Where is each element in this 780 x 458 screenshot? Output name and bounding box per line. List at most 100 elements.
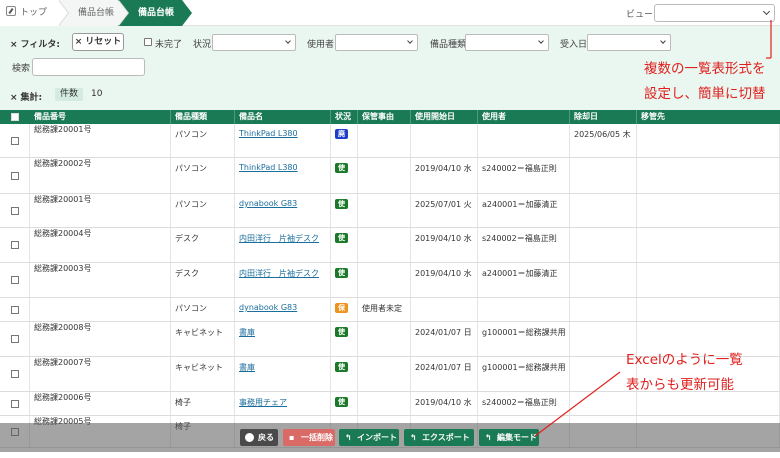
table-cell: 内田洋行 片袖デスク [235,263,331,297]
row-checkbox[interactable] [11,136,19,145]
table-row[interactable]: 総務課20001号 パソコン ThinkPad L380 廃 2025/06/05 木 [0,124,780,158]
table-row[interactable]: 総務課20002号 パソコン ThinkPad L380 使 2019/04/10 水 s… [0,158,780,194]
item-name-link[interactable]: ThinkPad L380 [239,163,298,172]
status-badge: 使 [335,163,348,173]
reset-button[interactable]: × リセット [72,33,124,51]
table-cell: a240001＝加藤清正 [478,263,570,297]
column-header[interactable]: 移管先 [637,110,780,124]
table-cell: 2019/04/10 水 [411,392,478,415]
item-name-link[interactable]: 内田洋行 片袖デスク [239,268,319,279]
item-name-link[interactable]: dynabook G83 [239,303,297,312]
item-name-link[interactable]: 事務用チェア [239,397,287,408]
table-cell: 使 [331,392,358,415]
collapse-icon[interactable]: × [10,40,18,50]
user-filter-label: 使用者 [307,40,335,50]
cell-text: 2019/04/10 水 [415,269,472,278]
action-toolbar: 戻る ▪ 一括削除 ↰ インポート ↰ エクスポート ↰ 編集モード [0,423,780,452]
item-name-link[interactable]: ThinkPad L380 [239,129,298,138]
row-checkbox[interactable] [11,305,19,314]
row-select-cell [0,228,30,262]
cell-text: デスク [175,234,199,243]
table-cell: 総務課20001号 [30,194,171,227]
search-input[interactable] [32,58,145,76]
breadcrumb-home[interactable]: トップ [0,0,69,26]
back-button[interactable]: 戻る [240,429,278,446]
row-checkbox[interactable] [11,171,19,180]
table-row[interactable]: 総務課20004号 デスク 内田洋行 片袖デスク 使 2019/04/10 水 s2400… [0,228,780,263]
table-cell: g100001＝総務課共用 [478,322,570,356]
status-filter-select[interactable] [212,34,296,51]
edit-mode-button[interactable]: ↰ 編集モード [479,429,539,446]
import-button[interactable]: ↰ インポート [339,429,399,446]
cell-text: パソコン [175,164,207,173]
column-header[interactable]: 備品番号 [30,110,171,124]
table-cell: 2024/01/07 日 [411,322,478,356]
status-badge: 使 [335,362,348,372]
edit-mode-icon: ↰ [485,433,492,442]
item-name-link[interactable]: 書庫 [239,327,255,338]
collapse-icon[interactable]: × [10,93,18,103]
incomplete-checkbox[interactable] [144,38,152,46]
table-row[interactable]: パソコン dynabook G83 保 使用者未定 [0,298,780,322]
export-button[interactable]: ↰ エクスポート [404,429,474,446]
cell-text: s240002＝福島正則 [482,398,557,407]
table-cell [637,392,780,415]
table-row[interactable]: 総務課20006号 椅子 事務用チェア 使 2019/04/10 水 s240002＝福島… [0,392,780,416]
item-name-link[interactable]: 内田洋行 片袖デスク [239,233,319,244]
column-header[interactable]: 使用開始日 [411,110,478,124]
cell-text: s240002＝福島正則 [482,234,557,243]
table-header: 備品番号 備品種類 備品名 状況 保管事由 使用開始日 使用者 除却日 移管先 [0,110,780,124]
table-row[interactable]: 総務課20001号 パソコン dynabook G83 使 2025/07/01 火 a2… [0,194,780,228]
view-select[interactable] [654,4,775,22]
column-header[interactable]: 保管事由 [358,110,411,124]
table-cell: 使 [331,322,358,356]
column-header[interactable]: 備品名 [235,110,331,124]
table-cell [358,392,411,415]
table-cell: 総務課20008号 [30,322,171,356]
user-filter-select[interactable] [335,34,418,51]
type-filter-select[interactable] [465,34,549,51]
table-cell: a240001＝加藤清正 [478,194,570,227]
table-cell [411,124,478,157]
cell-text: 2019/04/10 水 [415,234,472,243]
table-cell: 保 [331,298,358,321]
item-name-link[interactable]: 書庫 [239,362,255,373]
row-checkbox[interactable] [11,335,19,343]
received-filter-select[interactable] [587,34,671,51]
table-cell: 使 [331,158,358,193]
row-checkbox[interactable] [11,276,19,284]
table-cell: s240002＝福島正則 [478,158,570,193]
cell-text: 2019/04/10 水 [415,398,472,407]
cell-text: 2025/06/05 木 [574,130,631,139]
row-checkbox[interactable] [11,206,19,215]
breadcrumb-home-label: トップ [20,8,48,18]
table-row[interactable]: 総務課20003号 デスク 内田洋行 片袖デスク 使 2019/04/10 水 a2400… [0,263,780,298]
chevron-down-icon [538,38,544,44]
column-header[interactable]: 使用者 [478,110,570,124]
row-checkbox[interactable] [11,370,19,378]
table-cell: 使 [331,194,358,227]
column-header[interactable]: 備品種類 [171,110,235,124]
item-name-link[interactable]: dynabook G83 [239,199,297,208]
row-checkbox[interactable] [11,399,19,408]
table-cell: ThinkPad L380 [235,158,331,193]
column-header[interactable]: 状況 [331,110,358,124]
cell-text: キャビネット [175,328,223,337]
annotation-top-line1: 複数の一覧表形式を [644,61,766,77]
cell-text: 総務課20007号 [34,358,92,367]
cell-text: デスク [175,269,199,278]
column-header[interactable]: 除却日 [570,110,637,124]
table-cell: s240002＝福島正則 [478,228,570,262]
table-cell: 総務課20003号 [30,263,171,297]
table-cell [478,124,570,157]
bulk-delete-button[interactable]: ▪ 一括削除 [283,429,335,446]
select-all-checkbox[interactable] [11,113,19,121]
table-cell [637,158,780,193]
table-cell: dynabook G83 [235,298,331,321]
row-checkbox[interactable] [11,241,19,249]
table-cell [570,194,637,227]
back-icon [245,433,254,442]
cell-text: g100001＝総務課共用 [482,363,566,372]
chevron-down-icon [285,38,291,44]
row-select-cell [0,194,30,227]
